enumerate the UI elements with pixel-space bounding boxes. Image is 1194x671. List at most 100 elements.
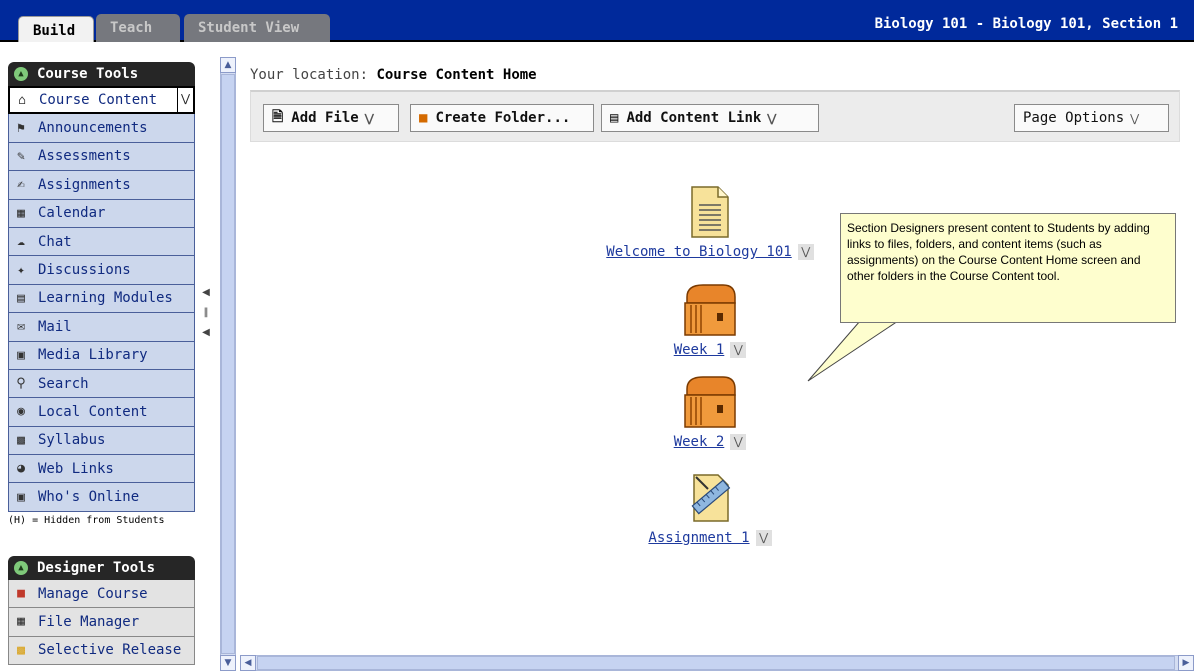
assessment-icon: ✎ <box>17 148 25 164</box>
sidebar-item-label: Discussions <box>38 262 131 279</box>
add-file-button[interactable]: 🗎 Add File ⋁ <box>263 104 399 132</box>
person-icon: ▣ <box>17 489 25 505</box>
sidebar-item-label: Manage Course <box>38 585 148 602</box>
sidebar-item-label: Chat <box>38 233 72 250</box>
globe-icon: ◕ <box>17 461 25 477</box>
mail-icon: ✉ <box>17 319 25 335</box>
course-title: Biology 101 - Biology 101, Section 1 <box>874 16 1178 32</box>
sidebar-item-whos-online[interactable]: ▣ Who's Online <box>8 483 195 512</box>
content-item-link[interactable]: Week 1 <box>674 342 725 358</box>
designer-tools-header[interactable]: ▲ Designer Tools <box>8 555 195 580</box>
scrollbar-thumb[interactable] <box>257 656 1175 670</box>
designer-tools-title: Designer Tools <box>37 559 156 576</box>
sidebar-item-discussions[interactable]: ✦ Discussions <box>8 256 195 285</box>
add-content-link-button[interactable]: ▤ Add Content Link ⋁ <box>601 104 819 132</box>
chevron-down-icon: ⋁ <box>767 111 777 125</box>
link-icon: ▤ <box>610 110 619 126</box>
top-bar: Build Teach Student View Biology 101 - B… <box>0 0 1194 42</box>
page-options-label: Page Options <box>1023 110 1125 126</box>
course-tools-header[interactable]: ▲ Course Tools <box>8 62 195 86</box>
tab-teach[interactable]: Teach <box>96 14 180 42</box>
sidebar-item-label: Media Library <box>38 347 148 364</box>
sidebar-item-chat[interactable]: ☁ Chat <box>8 227 195 257</box>
toolbox-icon: ■ <box>17 586 25 602</box>
sidebar-item-calendar[interactable]: ▦ Calendar <box>8 199 195 228</box>
page-options-button[interactable]: Page Options ⋁ <box>1014 104 1169 132</box>
chevron-down-icon[interactable]: ⋁ <box>755 530 772 546</box>
sidebar-item-label: Search <box>38 375 89 392</box>
module-icon: ▤ <box>17 290 25 306</box>
content-item-link[interactable]: Week 2 <box>674 434 725 450</box>
assignment-ruler-icon[interactable] <box>688 469 732 525</box>
sidebar-item-label: Local Content <box>38 403 148 420</box>
tab-student-view[interactable]: Student View <box>184 14 330 42</box>
sidebar-item-label: Mail <box>38 318 72 335</box>
chevron-down-icon[interactable]: ⋁ <box>797 244 814 260</box>
sidebar-item-label: Course Content <box>39 92 158 109</box>
collapse-chevron-icon[interactable]: ▲ <box>14 560 28 575</box>
scroll-down-icon[interactable]: ▼ <box>220 655 236 671</box>
document-icon[interactable] <box>690 185 730 239</box>
content-item-link[interactable]: Welcome to Biology 101 <box>606 244 791 260</box>
home-icon: ⌂ <box>18 92 26 108</box>
sidebar-item-manage-course[interactable]: ■ Manage Course <box>8 579 195 609</box>
sidebar-item-course-content[interactable]: ⌂ Course Content ⋁ <box>8 86 195 115</box>
sidebar-item-web-links[interactable]: ◕ Web Links <box>8 455 195 484</box>
sidebar-scrollbar[interactable]: ▲ ▼ <box>220 57 236 671</box>
add-file-label: Add File <box>291 110 359 126</box>
folder-box-icon[interactable] <box>681 375 739 429</box>
sidebar-item-file-manager[interactable]: ▦ File Manager <box>8 608 195 637</box>
sidebar-item-assignments[interactable]: ✍ Assignments <box>8 171 195 200</box>
help-callout: Section Designers present content to Stu… <box>840 213 1176 323</box>
sidebar-item-search[interactable]: ⚲ Search <box>8 369 195 399</box>
sidebar-item-label: Assessments <box>38 148 131 165</box>
breadcrumb: Your location: Course Content Home <box>250 67 537 83</box>
course-tools-title: Course Tools <box>37 66 139 82</box>
collapse-chevron-icon[interactable]: ▲ <box>14 67 28 81</box>
sidebar-item-selective-release[interactable]: ▩ Selective Release <box>8 636 195 666</box>
sidebar-item-label: Announcements <box>38 120 148 137</box>
scroll-left-icon[interactable]: ◀ <box>240 655 256 671</box>
tab-build[interactable]: Build <box>18 16 94 42</box>
create-folder-button[interactable]: ■ Create Folder... <box>410 104 594 132</box>
sidebar-item-label: Learning Modules <box>38 290 173 307</box>
sidebar-item-label: Who's Online <box>38 489 140 506</box>
sidebar-item-learning-modules[interactable]: ▤ Learning Modules <box>8 284 195 314</box>
sidebar-item-assessments[interactable]: ✎ Assessments <box>8 142 195 172</box>
content-toolbar: 🗎 Add File ⋁ ■ Create Folder... ▤ Add Co… <box>250 90 1180 142</box>
sidebar-item-mail[interactable]: ✉ Mail <box>8 313 195 342</box>
sidebar-item-syllabus[interactable]: ▩ Syllabus <box>8 426 195 456</box>
chevron-down-icon[interactable]: ⋁ <box>730 434 747 450</box>
sidebar-item-announcements[interactable]: ⚑ Announcements <box>8 114 195 143</box>
pushpin-icon: ✦ <box>17 262 25 278</box>
megaphone-icon: ⚑ <box>17 120 25 136</box>
scroll-up-icon[interactable]: ▲ <box>220 57 236 73</box>
content-item-week-2: Week 2 ⋁ <box>640 375 780 450</box>
sidebar-item-label: File Manager <box>38 613 140 630</box>
content-item-assignment-1: Assignment 1 ⋁ <box>630 469 790 546</box>
sidebar-item-label: Web Links <box>38 460 114 477</box>
horizontal-scrollbar[interactable]: ◀ ▶ <box>240 655 1194 671</box>
content-item-link[interactable]: Assignment 1 <box>648 530 749 546</box>
chevron-down-icon: ⋁ <box>1130 111 1140 125</box>
location-value: Course Content Home <box>376 67 537 83</box>
folder-box-icon[interactable] <box>681 283 739 337</box>
content-item-welcome: Welcome to Biology 101 ⋁ <box>600 185 820 260</box>
sidebar-collapse-handle[interactable]: ◀ ‖ ◀ <box>200 283 212 343</box>
scroll-right-icon[interactable]: ▶ <box>1178 655 1194 671</box>
sidebar: ▲ Course Tools ⌂ Course Content ⋁ ⚑ Anno… <box>8 62 195 666</box>
sidebar-item-local-content[interactable]: ◉ Local Content <box>8 398 195 427</box>
search-icon: ⚲ <box>16 376 26 392</box>
chevron-down-icon[interactable]: ⋁ <box>177 88 193 113</box>
content-item-week-1: Week 1 ⋁ <box>640 283 780 358</box>
add-content-link-label: Add Content Link <box>626 110 762 126</box>
sidebar-item-media-library[interactable]: ▣ Media Library <box>8 341 195 370</box>
scrollbar-thumb[interactable] <box>221 74 235 654</box>
location-prefix: Your location: <box>250 67 369 83</box>
content-scrollbar[interactable] <box>1182 57 1194 655</box>
release-icon: ▩ <box>17 642 25 658</box>
create-folder-label: Create Folder... <box>435 110 571 126</box>
sidebar-item-label: Assignments <box>38 176 131 193</box>
chevron-down-icon[interactable]: ⋁ <box>730 342 747 358</box>
sidebar-item-label: Calendar <box>38 205 106 222</box>
